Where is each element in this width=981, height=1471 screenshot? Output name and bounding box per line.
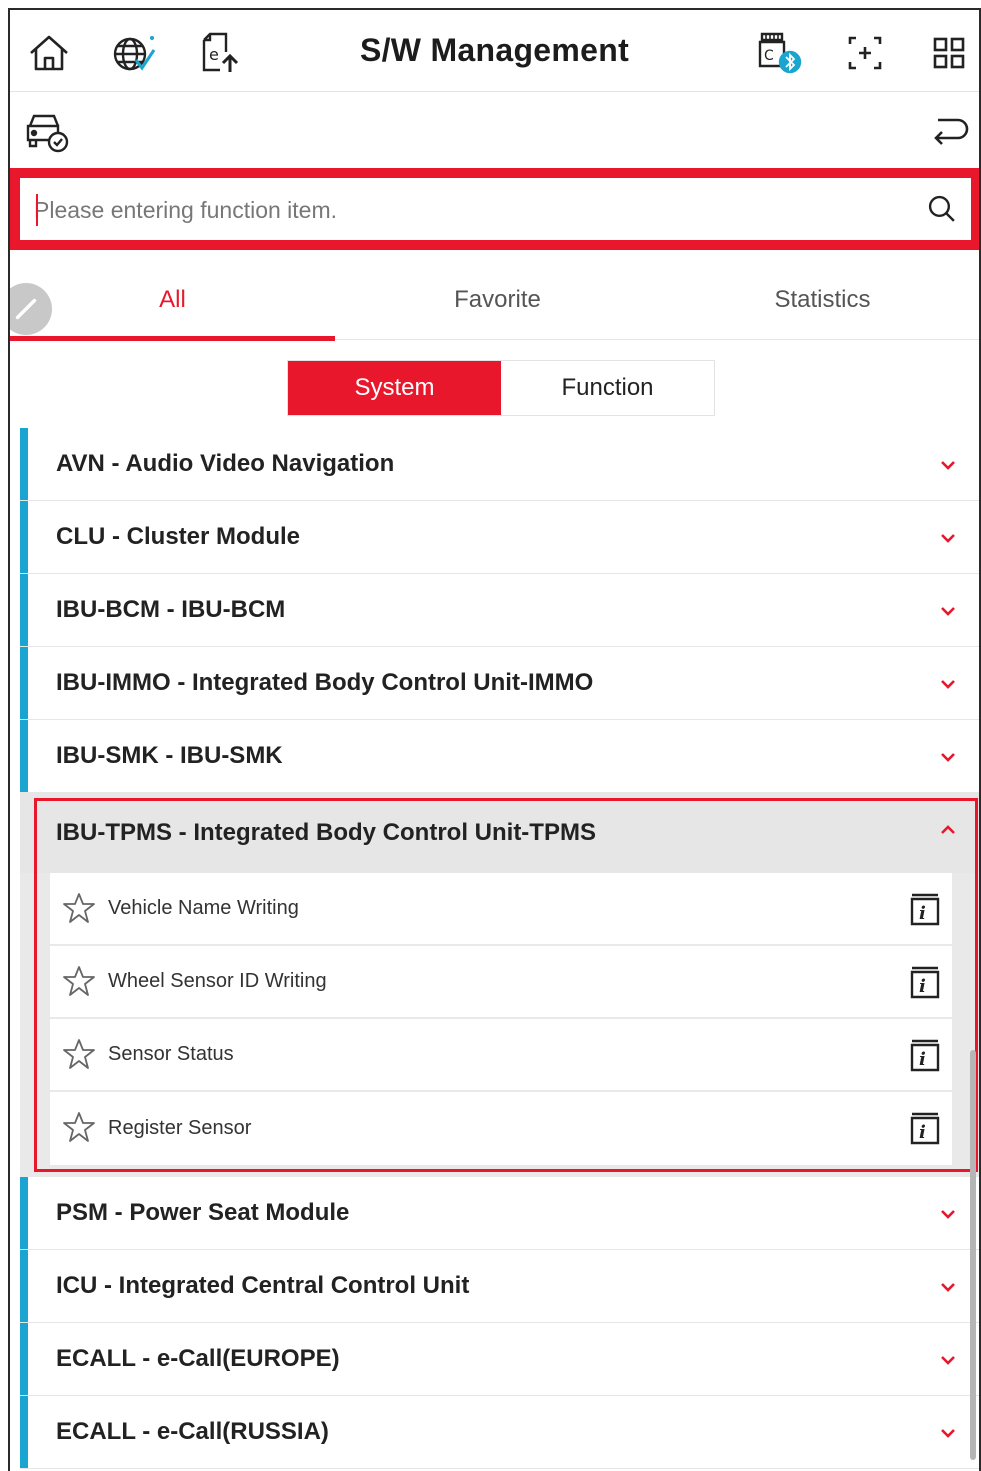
app-frame: e S/W Management C All Fa bbox=[8, 8, 981, 1471]
search-box bbox=[10, 168, 979, 250]
chevron-down-icon[interactable] bbox=[938, 747, 958, 767]
svg-text:C: C bbox=[764, 48, 774, 64]
chevron-down-icon[interactable] bbox=[938, 1204, 958, 1224]
system-accent-bar bbox=[20, 501, 28, 573]
text-caret bbox=[36, 194, 38, 226]
screenshot-icon[interactable] bbox=[840, 28, 890, 78]
favorite-star-icon[interactable] bbox=[62, 1037, 96, 1071]
chevron-down-icon[interactable] bbox=[938, 1423, 958, 1443]
system-accent-bar bbox=[20, 428, 28, 500]
chevron-down-icon[interactable] bbox=[938, 601, 958, 621]
chevron-down-icon[interactable] bbox=[938, 528, 958, 548]
view-segment-control: System Function bbox=[287, 360, 715, 416]
system-accent-bar bbox=[20, 1250, 28, 1322]
top-header: e S/W Management C bbox=[10, 10, 979, 92]
favorite-star-icon[interactable] bbox=[62, 1110, 96, 1144]
svg-text:i: i bbox=[919, 976, 926, 997]
system-row-ibu-bcm[interactable]: IBU-BCM - IBU-BCM bbox=[20, 574, 979, 647]
system-accent-bar bbox=[20, 720, 28, 792]
system-row-clu[interactable]: CLU - Cluster Module bbox=[20, 501, 979, 574]
system-group-ibu-tpms: IBU-TPMS - Integrated Body Control Unit-… bbox=[20, 793, 979, 1177]
system-label: PSM - Power Seat Module bbox=[56, 1199, 350, 1226]
chevron-up-icon[interactable] bbox=[938, 820, 958, 840]
system-accent-bar bbox=[20, 1323, 28, 1395]
svg-text:i: i bbox=[919, 1122, 926, 1143]
svg-text:e: e bbox=[209, 45, 219, 64]
system-accent-bar bbox=[20, 1177, 28, 1249]
system-label: AVN - Audio Video Navigation bbox=[56, 450, 395, 477]
function-row-sensor-status[interactable]: Sensor Status i bbox=[50, 1019, 952, 1092]
info-icon[interactable]: i bbox=[908, 1037, 942, 1073]
segment-function[interactable]: Function bbox=[501, 361, 714, 415]
globe-check-icon[interactable] bbox=[108, 28, 158, 78]
vci-bluetooth-icon[interactable]: C bbox=[754, 28, 804, 78]
return-icon[interactable] bbox=[924, 106, 974, 156]
e-upload-icon[interactable]: e bbox=[194, 28, 244, 78]
system-label: ECALL - e-Call(RUSSIA) bbox=[56, 1418, 329, 1445]
system-accent-bar bbox=[20, 793, 28, 873]
system-label: IBU-TPMS - Integrated Body Control Unit-… bbox=[56, 819, 596, 846]
segment-system[interactable]: System bbox=[288, 361, 501, 415]
system-label: IBU-IMMO - Integrated Body Control Unit-… bbox=[56, 669, 594, 696]
system-label: IBU-SMK - IBU-SMK bbox=[56, 742, 283, 769]
system-row-ecall-russia[interactable]: ECALL - e-Call(RUSSIA) bbox=[20, 1396, 979, 1469]
function-row-register-sensor[interactable]: Register Sensor i bbox=[50, 1092, 952, 1165]
system-label: ICU - Integrated Central Control Unit bbox=[56, 1272, 470, 1299]
tab-bar: All Favorite Statistics bbox=[10, 260, 979, 341]
chevron-down-icon[interactable] bbox=[938, 1277, 958, 1297]
search-icon[interactable] bbox=[919, 186, 965, 232]
system-accent-bar bbox=[20, 574, 28, 646]
system-row-avn[interactable]: AVN - Audio Video Navigation bbox=[20, 428, 979, 501]
system-row-ecall-europe[interactable]: ECALL - e-Call(EUROPE) bbox=[20, 1323, 979, 1396]
function-label: Wheel Sensor ID Writing bbox=[108, 970, 327, 992]
chevron-down-icon[interactable] bbox=[938, 674, 958, 694]
favorite-star-icon[interactable] bbox=[62, 891, 96, 925]
search-input[interactable] bbox=[34, 190, 914, 230]
system-label: ECALL - e-Call(EUROPE) bbox=[56, 1345, 340, 1372]
svg-text:i: i bbox=[919, 1049, 926, 1070]
system-row-ibu-smk[interactable]: IBU-SMK - IBU-SMK bbox=[20, 720, 979, 793]
sub-toolbar bbox=[10, 92, 979, 167]
chevron-down-icon[interactable] bbox=[938, 1350, 958, 1370]
favorite-star-icon[interactable] bbox=[62, 964, 96, 998]
function-row-wheel-sensor-id-writing[interactable]: Wheel Sensor ID Writing i bbox=[50, 946, 952, 1019]
tab-all[interactable]: All bbox=[10, 260, 335, 341]
info-icon[interactable]: i bbox=[908, 1110, 942, 1146]
info-icon[interactable]: i bbox=[908, 964, 942, 1000]
system-row-icu[interactable]: ICU - Integrated Central Control Unit bbox=[20, 1250, 979, 1323]
function-label: Sensor Status bbox=[108, 1043, 234, 1065]
scrollbar[interactable] bbox=[970, 1050, 976, 1460]
info-icon[interactable]: i bbox=[908, 891, 942, 927]
group-bottom-padding bbox=[20, 1165, 979, 1177]
chevron-down-icon[interactable] bbox=[938, 455, 958, 475]
home-icon[interactable] bbox=[24, 28, 74, 78]
svg-text:i: i bbox=[919, 903, 926, 924]
system-row-psm[interactable]: PSM - Power Seat Module bbox=[20, 1177, 979, 1250]
tab-statistics[interactable]: Statistics bbox=[660, 260, 979, 340]
system-label: IBU-BCM - IBU-BCM bbox=[56, 596, 286, 623]
system-accent-bar bbox=[20, 1396, 28, 1468]
function-row-vehicle-name-writing[interactable]: Vehicle Name Writing i bbox=[50, 873, 952, 946]
system-row-ibu-immo[interactable]: IBU-IMMO - Integrated Body Control Unit-… bbox=[20, 647, 979, 720]
system-label: CLU - Cluster Module bbox=[56, 523, 300, 550]
system-accent-bar bbox=[20, 647, 28, 719]
function-label: Vehicle Name Writing bbox=[108, 897, 299, 919]
grid-menu-icon[interactable] bbox=[924, 28, 974, 78]
tab-favorite[interactable]: Favorite bbox=[335, 260, 660, 340]
function-label: Register Sensor bbox=[108, 1117, 252, 1139]
system-list: AVN - Audio Video Navigation CLU - Clust… bbox=[20, 428, 979, 1469]
vehicle-check-icon[interactable] bbox=[22, 106, 72, 156]
system-row-ibu-tpms[interactable]: IBU-TPMS - Integrated Body Control Unit-… bbox=[20, 793, 979, 873]
